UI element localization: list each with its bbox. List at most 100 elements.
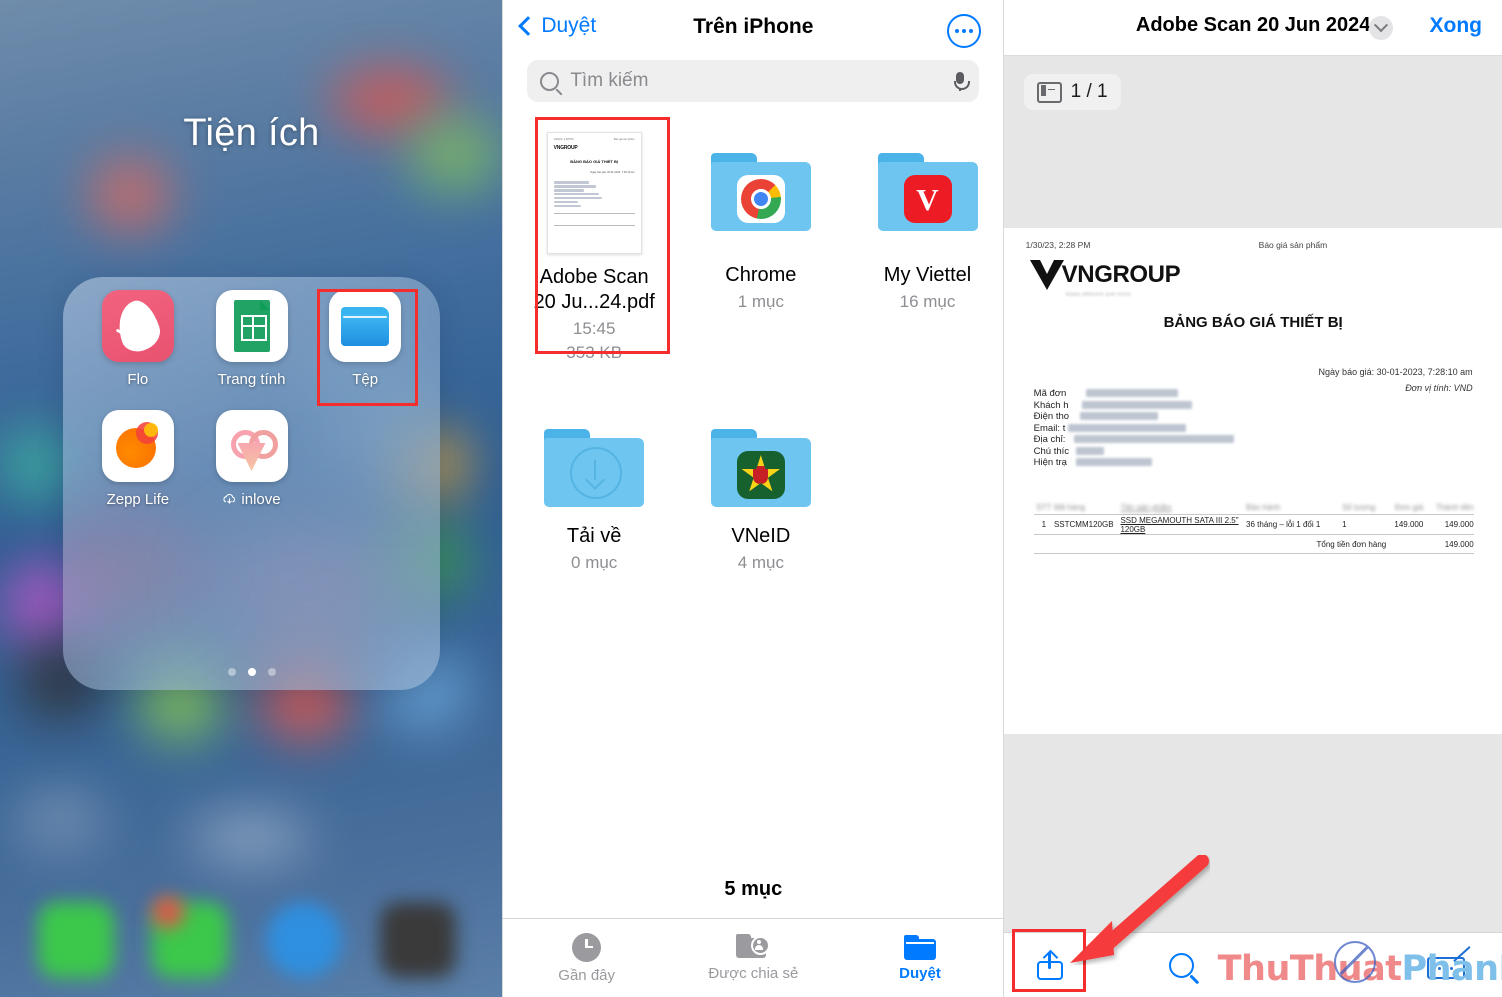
page-indicator-label: 1 / 1 [1070, 81, 1108, 102]
doc-price-table: STT Mã hàng Tên sản phẩm Bảo hành Số lượng Đ… [1033, 500, 1474, 554]
done-button[interactable]: Xong [1429, 14, 1482, 38]
folder-name: My Viettel [883, 264, 972, 286]
app-zepp-life[interactable]: Zepp Life [81, 410, 195, 508]
app-flo[interactable]: Flo [81, 290, 195, 388]
folder-title: Tiện ích [183, 112, 320, 154]
dock-settings-icon[interactable] [380, 902, 456, 978]
folder-item-chrome[interactable]: Chrome 1 mục [685, 118, 837, 363]
highlight-box-tep-app [317, 289, 418, 406]
ellipsis-circle-icon[interactable] [946, 14, 981, 48]
page-indicator[interactable]: 1 / 1 [1023, 74, 1121, 110]
grid-empty-slot [852, 409, 1003, 573]
chevron-down-icon[interactable] [1368, 16, 1393, 40]
ios-dock [0, 880, 502, 997]
doc-customer-fields: Mã đơn Khách h Điện tho Email: t Địa chỉ… [1034, 388, 1234, 469]
search-placeholder: Tìm kiếm [570, 70, 649, 91]
search-field[interactable]: Tìm kiếm [527, 60, 979, 102]
folder-icon [710, 429, 811, 507]
cell-qty: 1 [1342, 520, 1347, 529]
files-grid-row: Tải về 0 mục VNeID 4 mục [503, 409, 1002, 573]
folder-icon [904, 934, 936, 960]
download-cloud-icon [222, 492, 237, 507]
clock-icon [572, 932, 602, 962]
tab-duyet[interactable]: Duyệt [837, 919, 1003, 997]
wallpaper-blur-blob [190, 815, 310, 860]
app-inlove[interactable]: inlove [195, 410, 309, 508]
wallpaper-blur-blob [90, 160, 170, 230]
folder-item-tai-ve[interactable]: Tải về 0 mục [518, 409, 670, 573]
microphone-icon[interactable] [953, 71, 970, 91]
cell-index: 1 [1041, 520, 1047, 529]
screenshot-stage: Tiện ích Flo Trang tính Tệp Zepp Life in… [0, 0, 1502, 997]
app-empty-slot [308, 410, 422, 508]
app-label: Flo [127, 371, 149, 388]
pdf-preview-panel: Adobe Scan 20 Jun 2024 Xong 1 / 1 1/30/2… [1002, 0, 1502, 997]
viettel-icon: V [903, 175, 952, 223]
zepp-life-app-icon[interactable] [101, 410, 174, 482]
dock-badge [152, 896, 184, 928]
folder-meta: 1 mục [737, 292, 784, 311]
doc-header-left: 1/30/23, 2:28 PM [1025, 240, 1091, 250]
doc-field: Điện tho [1034, 411, 1158, 423]
pdf-content: 1/30/23, 2:28 PM Báo giá sản phẩm VNGROU… [1004, 228, 1502, 734]
doc-field: Khách h [1034, 400, 1192, 412]
search-icon [540, 71, 560, 91]
total-value: 149.000 [1444, 539, 1474, 549]
files-app-panel: Duyệt Trên iPhone Tìm kiếm 1/30/23, 2:28… [502, 0, 1003, 997]
watermark-logo-icon [1333, 941, 1376, 983]
thumbnail-sidebar-icon [1036, 81, 1062, 103]
app-trang-tinh[interactable]: Trang tính [195, 290, 309, 388]
doc-field: Mã đơn [1034, 388, 1178, 400]
pdf-document-page[interactable]: 1/30/23, 2:28 PM Báo giá sản phẩm VNGROU… [1003, 228, 1502, 734]
table-header-row: STT Mã hàng Tên sản phẩm Bảo hành Số lượng Đ… [1036, 502, 1474, 512]
ios-home-screen-panel: Tiện ích Flo Trang tính Tệp Zepp Life in… [0, 0, 503, 997]
cell-warranty: 36 tháng – lỗi 1 đổi 1 [1246, 520, 1321, 529]
files-navigation-bar: Duyệt Trên iPhone [503, 0, 1002, 58]
dock-safari-icon[interactable] [266, 902, 342, 978]
tab-label: Gần đây [558, 966, 616, 984]
wallpaper-blur-blob [15, 790, 105, 850]
search-icon[interactable] [1168, 953, 1194, 978]
doc-field: Email: t [1034, 423, 1186, 435]
folder-haze [63, 507, 203, 627]
inlove-app-icon[interactable] [215, 410, 288, 482]
page-dot[interactable] [227, 668, 236, 676]
cell-description: SSD MEGAMOUTH SATA III 2.5" 120GB [1120, 515, 1239, 534]
folder-name: Chrome [725, 264, 797, 286]
chrome-icon [736, 175, 785, 223]
highlight-box-pdf-file [535, 117, 671, 354]
folder-item-my-viettel[interactable]: V My Viettel 16 mục [852, 118, 1003, 363]
doc-header-right: Báo giá sản phẩm [1258, 240, 1328, 250]
vneid-icon [736, 451, 785, 499]
doc-field: Địa chỉ: [1034, 434, 1234, 446]
vngroup-v-icon [1029, 260, 1064, 290]
page-dot-active[interactable] [247, 668, 256, 676]
quote-date: Ngày báo giá: 30-01-2023, 7:28:10 am [1318, 367, 1473, 377]
folder-icon [544, 429, 645, 507]
dock-phone-icon[interactable] [38, 902, 114, 978]
tab-gan-day[interactable]: Gần đây [503, 919, 670, 997]
vngroup-logo-text: VNGROUP [1061, 261, 1181, 288]
shared-folder-icon [736, 934, 771, 960]
folder-meta: 4 mục [737, 553, 784, 572]
doc-field: Hiện trạ [1034, 457, 1152, 469]
doc-quote-meta: Ngày báo giá: 30-01-2023, 7:28:10 am Đơn… [1319, 364, 1473, 396]
folder-name: VNeID [731, 525, 791, 547]
tab-label: Duyệt [899, 964, 941, 982]
flo-app-icon[interactable] [101, 290, 174, 362]
folder-icon: V [877, 153, 978, 231]
page-dot[interactable] [267, 668, 276, 676]
folder-name: Tải về [566, 525, 622, 547]
preview-navigation-bar: Adobe Scan 20 Jun 2024 Xong [1003, 0, 1502, 56]
cell-code: SSTCMM120GB [1053, 520, 1114, 529]
cell-amount: 149.000 [1444, 520, 1474, 529]
tab-duoc-chia-se[interactable]: Được chia sẻ [670, 919, 837, 997]
google-sheets-app-icon[interactable] [215, 290, 288, 362]
app-label: Trang tính [217, 371, 286, 388]
tab-label: Được chia sẻ [708, 965, 799, 982]
app-label: inlove [241, 491, 281, 508]
doc-field: Chú thíc [1034, 446, 1104, 458]
folder-item-vneid[interactable]: VNeID 4 mục [685, 409, 837, 573]
folder-icon [710, 153, 811, 231]
preview-title: Adobe Scan 20 Jun 2024 [1135, 14, 1371, 36]
